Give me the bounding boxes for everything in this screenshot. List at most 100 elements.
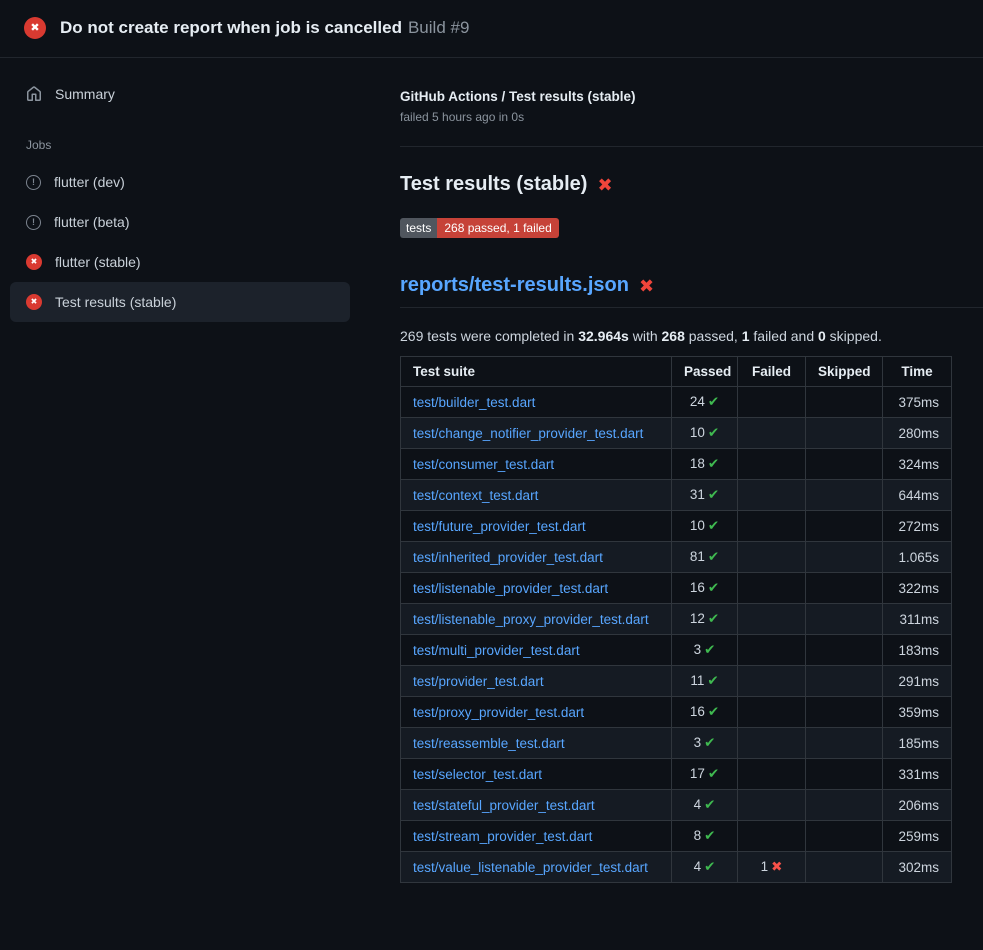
test-suite-link[interactable]: test/multi_provider_test.dart xyxy=(413,643,580,658)
failed-cell: 1✖ xyxy=(738,852,806,883)
table-row: test/listenable_provider_test.dart 16✔ 3… xyxy=(401,573,952,604)
page-layout: Summary Jobs ! flutter (dev) ! flutter (… xyxy=(0,58,983,907)
test-suite-link[interactable]: test/builder_test.dart xyxy=(413,395,535,410)
check-icon: ✔ xyxy=(708,456,719,471)
skipped-cell xyxy=(806,542,883,573)
col-header-skipped: Skipped xyxy=(806,357,883,387)
table-row: test/consumer_test.dart 18✔ 324ms xyxy=(401,449,952,480)
passed-cell: 81✔ xyxy=(672,542,738,573)
home-icon xyxy=(26,86,42,102)
build-header: ✖ Do not create report when job is cance… xyxy=(0,0,983,58)
time-cell: 375ms xyxy=(883,387,952,418)
suite-cell: test/future_provider_test.dart xyxy=(401,511,672,542)
cross-icon: ✖ xyxy=(771,859,782,874)
test-suite-link[interactable]: test/listenable_provider_test.dart xyxy=(413,581,608,596)
suite-cell: test/reassemble_test.dart xyxy=(401,728,672,759)
main-content: GitHub Actions / Test results (stable) f… xyxy=(390,58,983,907)
passed-cell: 31✔ xyxy=(672,480,738,511)
test-suite-link[interactable]: test/provider_test.dart xyxy=(413,674,544,689)
time-cell: 206ms xyxy=(883,790,952,821)
alert-circle-icon: ! xyxy=(26,175,41,190)
failed-cell xyxy=(738,604,806,635)
skipped-cell xyxy=(806,387,883,418)
check-run-title: Test results (stable) xyxy=(400,173,587,196)
passed-cell: 4✔ xyxy=(672,852,738,883)
jobs-list: ! flutter (dev) ! flutter (beta) ✖ flutt… xyxy=(10,162,350,322)
col-header-passed: Passed xyxy=(672,357,738,387)
table-row: test/future_provider_test.dart 10✔ 272ms xyxy=(401,511,952,542)
test-suite-link[interactable]: test/future_provider_test.dart xyxy=(413,519,586,534)
time-cell: 291ms xyxy=(883,666,952,697)
sidebar-item-summary[interactable]: Summary xyxy=(10,74,350,114)
sidebar-job-item[interactable]: ✖ Test results (stable) xyxy=(10,282,350,322)
skipped-cell xyxy=(806,480,883,511)
test-suite-link[interactable]: test/context_test.dart xyxy=(413,488,538,503)
report-file-link[interactable]: reports/test-results.json xyxy=(400,274,629,297)
time-cell: 259ms xyxy=(883,821,952,852)
breadcrumb: GitHub Actions / Test results (stable) xyxy=(400,89,983,104)
test-results-table: Test suite Passed Failed Skipped Time te… xyxy=(400,356,952,883)
test-suite-link[interactable]: test/proxy_provider_test.dart xyxy=(413,705,584,720)
report-file-heading: reports/test-results.json ✖ xyxy=(400,274,983,308)
time-cell: 324ms xyxy=(883,449,952,480)
job-label: flutter (stable) xyxy=(55,254,141,270)
time-cell: 185ms xyxy=(883,728,952,759)
sidebar-job-item[interactable]: ! flutter (dev) xyxy=(10,162,350,202)
x-circle-icon: ✖ xyxy=(24,17,46,39)
count-value: 3 xyxy=(694,735,702,750)
skipped-cell xyxy=(806,635,883,666)
skipped-cell xyxy=(806,759,883,790)
table-row: test/stream_provider_test.dart 8✔ 259ms xyxy=(401,821,952,852)
test-suite-link[interactable]: test/selector_test.dart xyxy=(413,767,542,782)
test-suite-link[interactable]: test/consumer_test.dart xyxy=(413,457,554,472)
table-row: test/value_listenable_provider_test.dart… xyxy=(401,852,952,883)
tests-summary-sentence: 269 tests were completed in 32.964s with… xyxy=(400,328,983,344)
skipped-cell xyxy=(806,573,883,604)
count-value: 8 xyxy=(694,828,702,843)
count-value: 12 xyxy=(690,611,705,626)
suite-cell: test/inherited_provider_test.dart xyxy=(401,542,672,573)
sidebar-job-item[interactable]: ! flutter (beta) xyxy=(10,202,350,242)
run-status-line: failed 5 hours ago in 0s xyxy=(400,110,983,124)
failed-x-icon: ✖ xyxy=(597,176,612,194)
test-suite-link[interactable]: test/value_listenable_provider_test.dart xyxy=(413,860,648,875)
failed-x-icon: ✖ xyxy=(639,277,654,295)
build-number: Build #9 xyxy=(408,18,469,37)
count-value: 4 xyxy=(694,859,702,874)
check-icon: ✔ xyxy=(708,549,719,564)
test-suite-link[interactable]: test/inherited_provider_test.dart xyxy=(413,550,603,565)
failed-cell xyxy=(738,759,806,790)
check-icon: ✔ xyxy=(708,766,719,781)
failed-cell xyxy=(738,821,806,852)
test-suite-link[interactable]: test/stateful_provider_test.dart xyxy=(413,798,595,813)
workflow-run-title: Do not create report when job is cancell… xyxy=(60,18,402,37)
skipped-cell xyxy=(806,604,883,635)
table-row: test/change_notifier_provider_test.dart … xyxy=(401,418,952,449)
sidebar-job-item[interactable]: ✖ flutter (stable) xyxy=(10,242,350,282)
passed-cell: 17✔ xyxy=(672,759,738,790)
passed-cell: 16✔ xyxy=(672,697,738,728)
count-value: 1 xyxy=(761,859,769,874)
count-value: 4 xyxy=(694,797,702,812)
test-suite-link[interactable]: test/stream_provider_test.dart xyxy=(413,829,592,844)
badge-value: 268 passed, 1 failed xyxy=(437,218,558,238)
suite-cell: test/stream_provider_test.dart xyxy=(401,821,672,852)
skipped-cell xyxy=(806,790,883,821)
time-cell: 311ms xyxy=(883,604,952,635)
test-suite-link[interactable]: test/change_notifier_provider_test.dart xyxy=(413,426,643,441)
test-suite-link[interactable]: test/listenable_proxy_provider_test.dart xyxy=(413,612,649,627)
passed-cell: 10✔ xyxy=(672,511,738,542)
failed-cell xyxy=(738,573,806,604)
check-icon: ✔ xyxy=(704,797,715,812)
failed-cell xyxy=(738,728,806,759)
test-suite-link[interactable]: test/reassemble_test.dart xyxy=(413,736,565,751)
passed-cell: 10✔ xyxy=(672,418,738,449)
passed-cell: 18✔ xyxy=(672,449,738,480)
x-circle-icon: ✖ xyxy=(26,254,42,270)
passed-cell: 3✔ xyxy=(672,728,738,759)
alert-circle-icon: ! xyxy=(26,215,41,230)
col-header-time: Time xyxy=(883,357,952,387)
passed-cell: 16✔ xyxy=(672,573,738,604)
badge-label: tests xyxy=(400,218,437,238)
table-row: test/reassemble_test.dart 3✔ 185ms xyxy=(401,728,952,759)
